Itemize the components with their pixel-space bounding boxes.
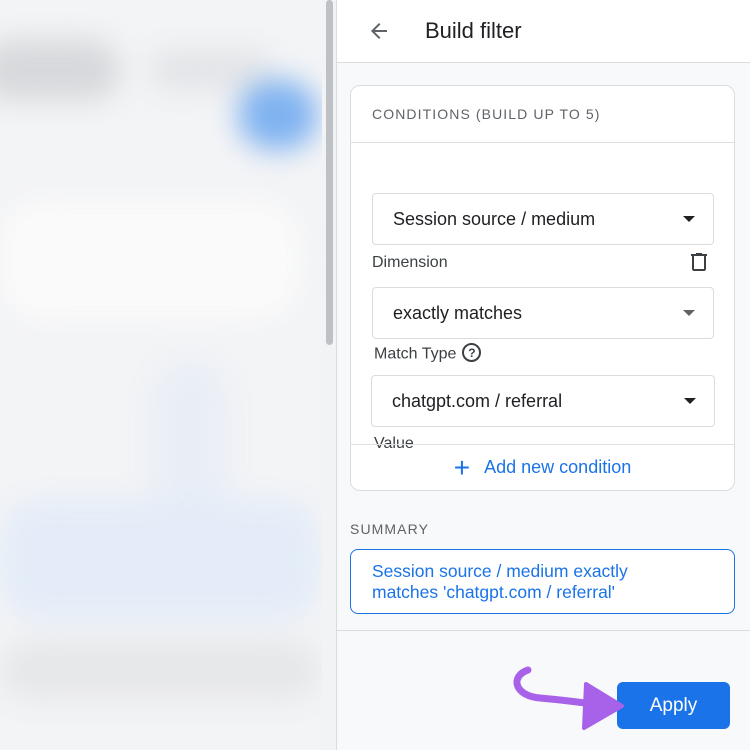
- back-button[interactable]: [359, 11, 399, 51]
- dimension-label: Dimension: [372, 254, 448, 271]
- footer-divider: [337, 630, 750, 631]
- summary-box: Session source / medium exactly matches …: [350, 549, 735, 614]
- conditions-heading: CONDITIONS (BUILD UP TO 5): [351, 86, 734, 143]
- blurred-background: [0, 0, 336, 750]
- build-filter-panel: Build filter CONDITIONS (BUILD UP TO 5) …: [336, 0, 750, 750]
- value-select[interactable]: chatgpt.com / referral: [371, 375, 715, 427]
- match-type-label: Match Type?: [374, 343, 482, 364]
- panel-header: Build filter: [337, 0, 750, 63]
- annotation-arrow-icon: [513, 666, 624, 730]
- conditions-card: CONDITIONS (BUILD UP TO 5) Dimension Ses…: [350, 85, 735, 491]
- scrollbar-thumb[interactable]: [326, 0, 333, 345]
- dimension-value: Session source / medium: [393, 208, 596, 229]
- help-icon[interactable]: ?: [462, 343, 482, 362]
- add-new-condition-label: Add new condition: [484, 457, 632, 477]
- dropdown-caret-icon: [683, 310, 695, 316]
- summary-text-line2: matches 'chatgpt.com / referral': [372, 582, 616, 602]
- plus-icon: +: [453, 451, 471, 483]
- add-new-condition-button[interactable]: + Add new condition: [351, 444, 734, 490]
- page-title: Build filter: [425, 18, 522, 43]
- trash-icon[interactable]: [687, 250, 711, 274]
- value-value: chatgpt.com / referral: [392, 390, 563, 411]
- arrow-back-icon: [371, 23, 387, 39]
- dropdown-caret-icon: [683, 216, 695, 222]
- match-type-value: exactly matches: [393, 302, 523, 323]
- summary-text-line1: Session source / medium exactly: [372, 561, 628, 581]
- match-type-label-text: Match Type: [374, 345, 457, 363]
- dimension-select[interactable]: Session source / medium: [372, 193, 714, 245]
- summary-title: SUMMARY: [350, 521, 430, 537]
- match-type-select[interactable]: exactly matches: [372, 287, 714, 339]
- dropdown-caret-icon: [684, 398, 696, 404]
